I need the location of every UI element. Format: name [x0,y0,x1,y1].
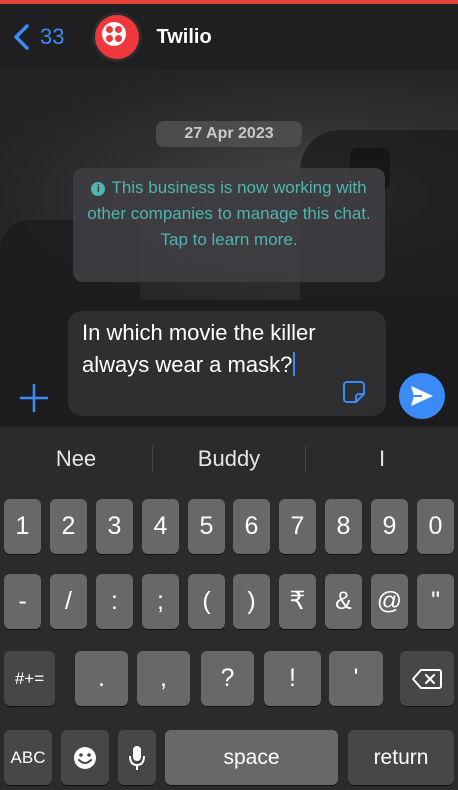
date-chip: 27 Apr 2023 [156,121,302,147]
key-rupee[interactable]: ₹ [279,574,316,629]
chat-header: 33 Twilio [0,4,458,70]
suggestion-2[interactable]: Buddy [153,446,305,472]
key-4[interactable]: 4 [142,499,179,554]
key-abc[interactable]: ABC [4,730,52,785]
key-1[interactable]: 1 [4,499,41,554]
suggestion-3[interactable]: I [306,446,458,472]
key-6[interactable]: 6 [233,499,270,554]
send-icon [411,386,433,406]
key-semicolon[interactable]: ; [142,574,179,629]
dictation-key[interactable] [118,730,156,785]
key-slash[interactable]: / [50,574,87,629]
unread-count: 33 [40,24,65,49]
key-2[interactable]: 2 [50,499,87,554]
message-input[interactable]: In which movie the killer always wear a … [68,311,386,416]
key-open-paren[interactable]: ( [188,574,225,629]
key-colon[interactable]: : [96,574,133,629]
key-comma[interactable]: , [137,651,190,706]
key-apostrophe[interactable]: ' [329,651,383,706]
twilio-logo-avatar[interactable] [92,12,143,62]
key-9[interactable]: 9 [371,499,408,554]
suggestion-1[interactable]: Nee [0,446,152,472]
key-0[interactable]: 0 [417,499,454,554]
back-button[interactable]: 33 [12,23,64,51]
chevron-left-icon [14,24,29,50]
key-3[interactable]: 3 [96,499,133,554]
system-message-text: This business is now working with other … [87,178,371,249]
keyboard: Nee Buddy I 1 2 3 4 5 6 7 8 9 0 - / : ; … [0,427,458,790]
key-5[interactable]: 5 [188,499,225,554]
emoji-icon [74,747,96,769]
key-question[interactable]: ? [201,651,254,706]
key-ampersand[interactable]: & [325,574,362,629]
emoji-key[interactable] [61,730,109,785]
backspace-key[interactable] [400,651,454,706]
key-period[interactable]: . [75,651,128,706]
key-quote[interactable]: " [417,574,454,629]
backspace-icon [412,669,442,689]
key-symbols-toggle[interactable]: #+= [4,651,55,706]
space-key[interactable]: space [165,730,338,785]
sticker-icon[interactable] [342,380,366,404]
info-icon: i [91,182,106,196]
key-exclamation[interactable]: ! [264,651,321,706]
text-caret [293,352,296,376]
key-7[interactable]: 7 [279,499,316,554]
return-key[interactable]: return [348,730,454,785]
suggestion-bar: Nee Buddy I [0,427,458,490]
chat-background: 27 Apr 2023 i This business is now workin… [0,70,458,300]
key-at[interactable]: @ [371,574,408,629]
contact-name[interactable]: Twilio [156,26,211,49]
key-hyphen[interactable]: - [4,574,41,629]
system-message[interactable]: i This business is now working with other… [73,168,385,282]
microphone-icon [129,746,145,770]
plus-icon[interactable] [17,381,51,415]
key-8[interactable]: 8 [325,499,362,554]
message-composer: In which movie the killer always wear a … [0,300,458,427]
send-button[interactable] [399,373,445,419]
key-close-paren[interactable]: ) [233,574,270,629]
message-input-text: In which movie the killer always wear a … [82,320,316,377]
